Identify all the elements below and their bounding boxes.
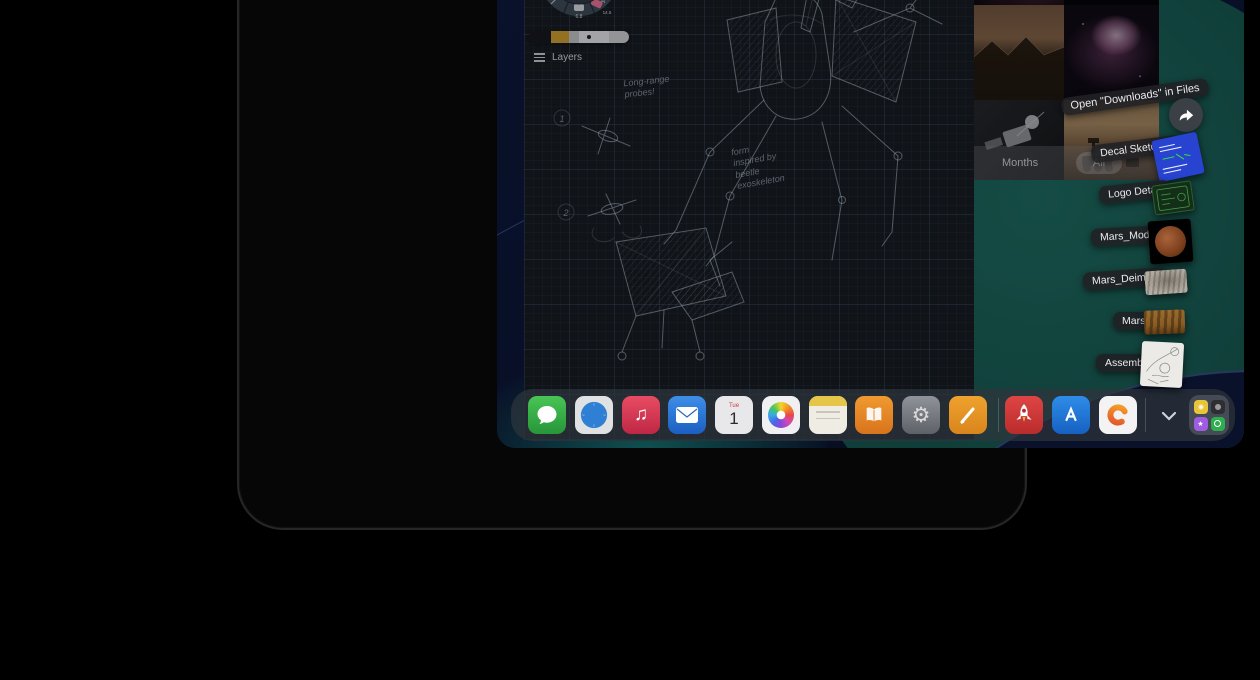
drag-session-layer: Open "Downloads" in Files Decal Sketches (497, 0, 1244, 448)
drag-thumb-mars-model[interactable] (1148, 219, 1194, 265)
ipad-screen: 1 2 convert to solar comms satellite V.2… (497, 0, 1244, 448)
drag-thumb-mars[interactable] (1144, 309, 1186, 334)
mars-model-sphere (1154, 225, 1187, 258)
decal-sketch-art (1151, 132, 1205, 183)
drag-thumb-decal-sketches[interactable] (1151, 132, 1205, 183)
forward-arrow-icon (1177, 108, 1195, 122)
share-forward-button[interactable] (1169, 98, 1203, 132)
assembly-sketch-art (1140, 341, 1184, 388)
ipad-device: 1 2 convert to solar comms satellite V.2… (237, 0, 1027, 530)
drag-thumb-logo-detail[interactable] (1151, 180, 1195, 215)
screenshot-stage: 1 2 convert to solar comms satellite V.2… (0, 0, 1260, 680)
drag-thumb-assembly[interactable] (1140, 341, 1184, 388)
drag-thumb-mars-deimos[interactable] (1144, 269, 1188, 296)
logo-detail-art (1152, 181, 1194, 215)
